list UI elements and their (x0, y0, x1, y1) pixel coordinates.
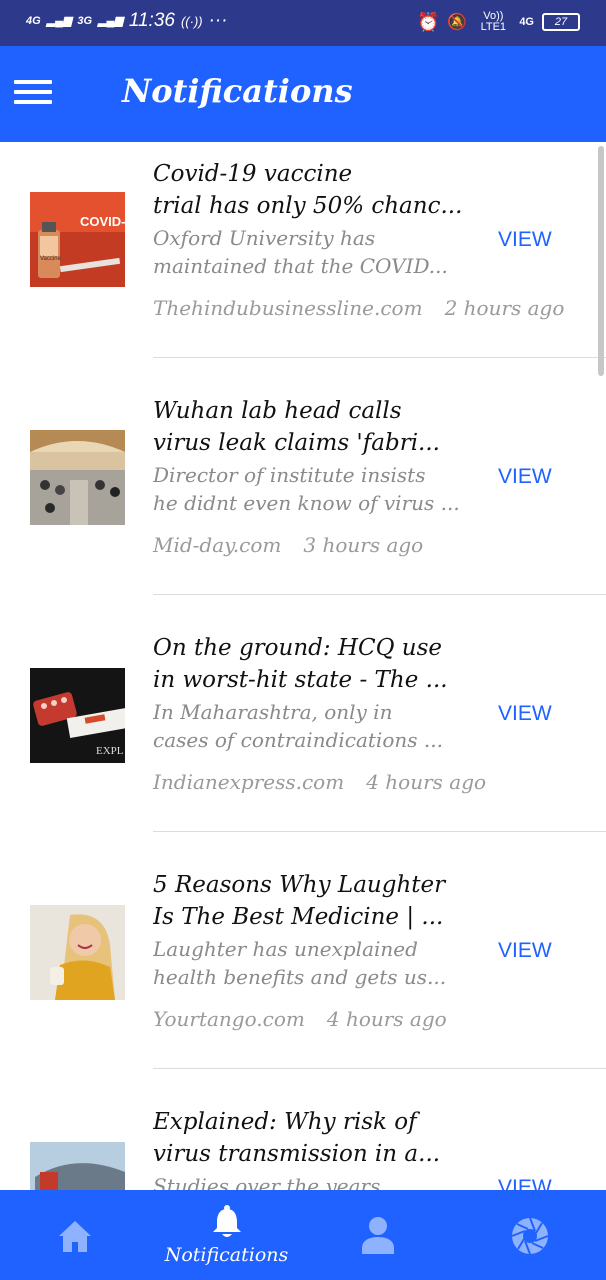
volte-indicator: Vo)) LTE1 (480, 10, 507, 33)
notification-list[interactable]: COVID-1 Vaccine Covid-19 vaccine trial h… (0, 142, 606, 1190)
item-title-line1: Covid-19 vaccine (153, 161, 353, 187)
item-desc-line1: Director of institute insists (153, 463, 426, 487)
alarm-icon: ⏰ (416, 11, 440, 32)
item-title-line2: in worst-hit state - The ... (153, 667, 448, 693)
view-button[interactable]: VIEW (498, 465, 552, 489)
item-desc-line1: Laughter has unexplained (153, 937, 418, 961)
item-desc-line2: maintained that the COVID... (153, 254, 448, 278)
news-thumbnail (30, 905, 125, 1000)
divider (153, 1068, 606, 1069)
list-item[interactable]: COVID-1 Vaccine Covid-19 vaccine trial h… (0, 142, 606, 379)
item-meta: Mid-day.com 3 hours ago (153, 533, 423, 557)
item-time: 2 hours ago (444, 296, 565, 320)
view-button[interactable]: VIEW (498, 1176, 552, 1190)
item-desc-line1: Oxford University has (153, 226, 376, 250)
scrollbar[interactable] (598, 146, 604, 376)
hotspot-icon: ((·)) (180, 13, 203, 29)
news-thumbnail (30, 430, 125, 525)
item-title-line1: On the ground: HCQ use (153, 635, 442, 661)
page-title: Notifications (122, 72, 353, 110)
list-item[interactable]: EXPL On the ground: HCQ use in worst-hit… (0, 616, 606, 853)
item-time: 4 hours ago (366, 770, 487, 794)
bell-icon (213, 1205, 241, 1237)
signal-icon: ▂▄▆ (98, 15, 123, 27)
notifications-off-icon: 🔕 (447, 14, 468, 31)
thumbnail-text: COVID-1 (80, 214, 125, 229)
item-source: Thehindubusinessline.com (153, 296, 423, 320)
thumbnail-text: EXPL (96, 745, 124, 757)
nav-profile[interactable] (302, 1190, 453, 1280)
item-desc-line1: In Maharashtra, only in (153, 700, 393, 724)
nav-notifications-label: Notifications (164, 1244, 289, 1266)
item-title-line2: virus transmission in a... (153, 1141, 441, 1167)
item-source: Yourtango.com (153, 1007, 305, 1031)
divider (153, 594, 606, 595)
battery-icon: 27 (542, 13, 580, 31)
list-item[interactable]: Wuhan lab head calls virus leak claims '… (0, 379, 606, 616)
view-button[interactable]: VIEW (498, 228, 552, 252)
item-title-line1: Explained: Why risk of (153, 1109, 417, 1135)
divider (153, 831, 606, 832)
status-bar: 4G ▂▄▆ 3G ▂▄▆ 11:36 ((·)) ··· ⏰ 🔕 Vo)) L… (0, 0, 606, 46)
item-title-line2: trial has only 50% chanc... (153, 193, 463, 219)
nav-aperture[interactable] (453, 1190, 604, 1280)
network-4g-indicator-2: 4G (519, 16, 534, 28)
news-thumbnail (30, 1142, 125, 1190)
news-thumbnail: COVID-1 Vaccine (30, 192, 125, 287)
item-title-line1: 5 Reasons Why Laughter (153, 872, 446, 898)
item-desc-line2: health benefits and gets us... (153, 965, 447, 989)
item-meta: Indianexpress.com 4 hours ago (153, 770, 486, 794)
status-left: 4G ▂▄▆ 3G ▂▄▆ 11:36 ((·)) ··· (26, 10, 228, 32)
item-title-line2: virus leak claims 'fabri... (153, 430, 440, 456)
app-bar: Notifications (0, 46, 606, 142)
aperture-icon (511, 1217, 549, 1255)
menu-icon[interactable] (14, 80, 52, 104)
item-source: Indianexpress.com (153, 770, 345, 794)
item-title-line1: Wuhan lab head calls (153, 398, 402, 424)
item-meta: Thehindubusinessline.com 2 hours ago (153, 296, 564, 320)
nav-home[interactable] (0, 1190, 151, 1280)
more-dots: ··· (208, 10, 228, 31)
item-desc-line2: cases of contraindications ... (153, 728, 443, 752)
item-title-line2: Is The Best Medicine | ... (153, 904, 444, 930)
person-icon (362, 1217, 394, 1254)
item-source: Mid-day.com (153, 533, 282, 557)
home-icon (59, 1221, 91, 1252)
network-4g-indicator: 4G (26, 15, 41, 27)
view-button[interactable]: VIEW (498, 939, 552, 963)
item-desc-line2: he didnt even know of virus ... (153, 491, 460, 515)
divider (153, 357, 606, 358)
signal-icon: ▂▄▆ (46, 15, 72, 27)
view-button[interactable]: VIEW (498, 702, 552, 726)
network-3g-indicator: 3G (77, 15, 93, 27)
list-item[interactable]: 5 Reasons Why Laughter Is The Best Medic… (0, 853, 606, 1090)
bottom-nav: Notifications (0, 1190, 606, 1280)
item-meta: Yourtango.com 4 hours ago (153, 1007, 447, 1031)
clock: 11:36 (128, 10, 175, 31)
item-time: 4 hours ago (326, 1007, 447, 1031)
item-time: 3 hours ago (303, 533, 424, 557)
item-desc-line1: Studies over the years (153, 1174, 381, 1190)
news-thumbnail: EXPL (30, 668, 125, 763)
status-right: ⏰ 🔕 Vo)) LTE1 4G 27 (417, 11, 580, 33)
nav-notifications[interactable]: Notifications (151, 1190, 302, 1280)
list-item[interactable]: Explained: Why risk of virus transmissio… (0, 1090, 606, 1190)
thumbnail-subtext: Vaccine (40, 256, 62, 262)
